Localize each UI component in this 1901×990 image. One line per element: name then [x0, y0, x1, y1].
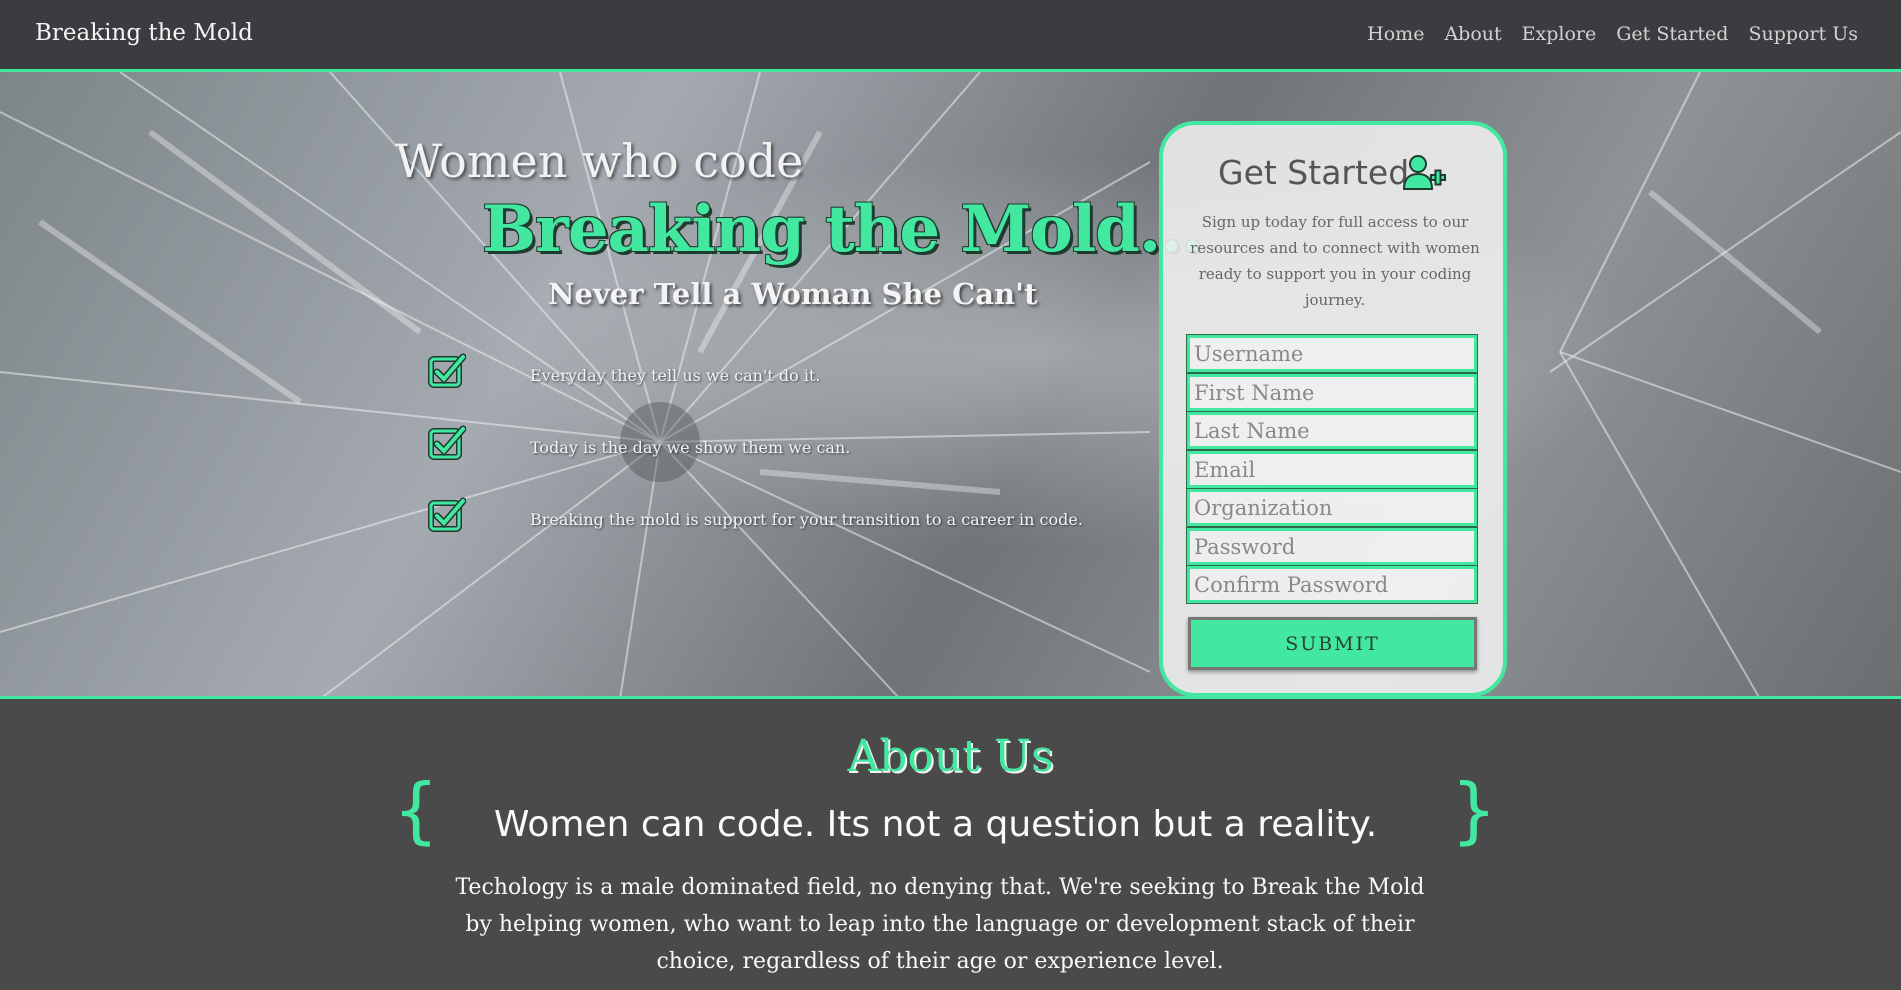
checklist-item: Today is the day we show them we can.: [428, 425, 1108, 465]
last-name-field[interactable]: [1186, 411, 1478, 450]
email-field[interactable]: [1186, 450, 1478, 489]
checklist-text: Today is the day we show them we can.: [530, 438, 851, 457]
check-square-icon: [428, 497, 466, 532]
signup-description: Sign up today for full access to our res…: [1190, 213, 1480, 309]
first-name-field[interactable]: [1186, 373, 1478, 412]
checklist-item: Everyday they tell us we can't do it.: [428, 353, 1108, 393]
nav-links: Home About Explore Get Started Support U…: [1367, 23, 1858, 45]
username-field[interactable]: [1186, 334, 1478, 373]
nav-link-explore[interactable]: Explore: [1522, 23, 1597, 45]
brand-link[interactable]: Breaking the Mold: [35, 20, 253, 46]
signup-title: Get Started: [1218, 153, 1410, 192]
navbar: Breaking the Mold Home About Explore Get…: [0, 0, 1901, 72]
nav-link-about[interactable]: About: [1444, 23, 1501, 45]
password-field[interactable]: [1186, 527, 1478, 566]
check-square-icon: [428, 425, 466, 460]
organization-field[interactable]: [1186, 488, 1478, 527]
nav-link-support-us[interactable]: Support Us: [1748, 23, 1858, 45]
about-body: Techology is a male dominated field, no …: [455, 875, 1425, 974]
hero-section: Women who code Breaking the Mold... Neve…: [0, 72, 1901, 699]
nav-link-get-started[interactable]: Get Started: [1616, 23, 1728, 45]
about-section: About Us { } Women can code. Its not a q…: [0, 699, 1901, 990]
checklist-text: Everyday they tell us we can't do it.: [530, 366, 821, 385]
hero-subtitle: Women who code: [395, 134, 804, 188]
about-title: About Us: [847, 731, 1054, 782]
about-heading: Women can code. Its not a question but a…: [493, 804, 1378, 845]
checklist-text: Breaking the mold is support for your tr…: [530, 510, 1083, 529]
confirm-password-field[interactable]: [1186, 565, 1478, 604]
hero-title: Breaking the Mold...: [482, 192, 1204, 267]
nav-link-home[interactable]: Home: [1367, 23, 1424, 45]
signup-card: Get Started Sign up today for full acces…: [1159, 121, 1507, 696]
user-plus-icon: [1403, 155, 1446, 190]
checklist-item: Breaking the mold is support for your tr…: [428, 497, 1108, 537]
hero-tagline: Never Tell a Woman She Can't: [548, 277, 1038, 311]
check-square-icon: [428, 353, 466, 388]
submit-button[interactable]: SUBMIT: [1188, 617, 1477, 670]
